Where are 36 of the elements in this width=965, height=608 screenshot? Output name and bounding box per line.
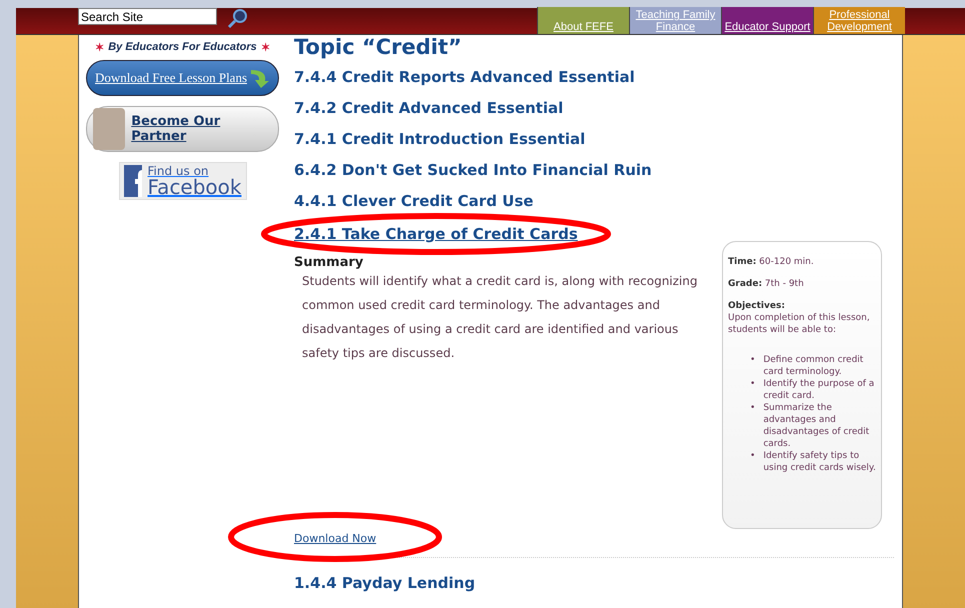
summary-text: Students will identify what a credit card is, along with recognizing common used credit card terminology. The advantages and disadvantages of using a credit card are identified and various safety tips are discussed. [301, 273, 698, 362]
arrow-icon [248, 67, 270, 89]
star-icon: ✶ [260, 41, 270, 54]
facebook-caption: Find us on [148, 165, 210, 177]
objective-item: Identify the purpose of a credit card. [763, 378, 876, 402]
objective-item: Identify safety tips to using credit cards wisely. [763, 450, 876, 474]
bullet-icon: • [750, 378, 756, 402]
time-info: Time: 60-120 min. [728, 256, 815, 268]
photo-placeholder [93, 108, 126, 150]
facebook-badge[interactable]: Find us on Facebook [118, 162, 246, 200]
topic-link[interactable]: 7.4.4 Credit Reports Advanced Essential [294, 68, 635, 86]
topic-link[interactable]: 4.4.1 Clever Credit Card Use [294, 192, 534, 210]
topic-link[interactable]: 7.4.2 Credit Advanced Essential [294, 99, 564, 117]
grade-info: Grade: 7th - 9th [728, 278, 805, 290]
bullet-icon: • [750, 450, 756, 474]
nav-tab[interactable]: Educator Support [721, 7, 813, 34]
bullet-icon: • [750, 402, 756, 450]
objectives-intro: Upon completion of this lesson, students will be able to: [728, 312, 871, 336]
facebook-label: Facebook [148, 177, 242, 197]
topic-link[interactable]: 6.4.2 Don't Get Sucked Into Financial Ruin [294, 161, 652, 179]
page-title: Topic “Credit” [294, 35, 463, 59]
topic-link[interactable]: 2.4.1 Take Charge of Credit Cards [294, 225, 578, 243]
star-icon: ✶ [95, 41, 104, 54]
objective-item: Define common credit card terminology. [763, 354, 864, 378]
facebook-icon [124, 165, 142, 197]
objectives-label: Objectives: [728, 300, 786, 312]
summary-heading: Summary [294, 256, 364, 269]
tagline: By Educators For Educators [108, 41, 257, 54]
download-link[interactable]: Download Now [294, 532, 376, 545]
topic-link[interactable]: 1.4.4 Payday Lending [294, 574, 718, 592]
partner-button[interactable]: Become Our Partner [86, 106, 279, 152]
download-lesson-plans-button[interactable]: Download Free Lesson Plans [86, 60, 279, 96]
search-field[interactable]: Search Site [78, 8, 217, 25]
topic-link[interactable]: 7.4.1 Credit Introduction Essential [294, 130, 586, 148]
objective-item: Summarize the advantages and disadvantages of credit cards. [763, 402, 870, 450]
bullet-icon: • [750, 354, 756, 378]
